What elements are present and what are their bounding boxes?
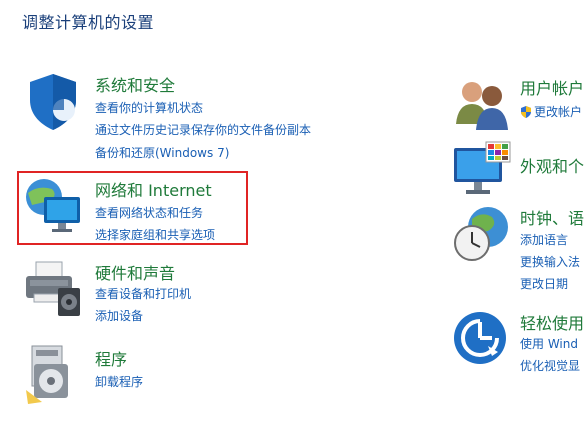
category-title-programs[interactable]: 程序 (95, 346, 127, 370)
highlight-box (17, 171, 248, 245)
users-icon (452, 74, 514, 136)
category-ease-of-access[interactable]: 轻松使用 使用 Wind 优化视觉显 (452, 308, 588, 380)
link-change-input-method[interactable]: 更换输入法 (520, 253, 580, 270)
category-programs[interactable]: 程序 卸载程序 (22, 344, 244, 404)
appearance-icon (452, 140, 514, 202)
link-file-history-backup[interactable]: 通过文件历史记录保存你的文件备份副本 (95, 121, 311, 138)
link-change-date[interactable]: 更改日期 (520, 275, 568, 292)
link-change-account-label: 更改帐户 (534, 105, 583, 119)
category-user-accounts[interactable]: 用户帐户 更改帐户 (452, 74, 588, 134)
link-add-language[interactable]: 添加语言 (520, 231, 568, 248)
uac-shield-icon (521, 106, 531, 118)
link-change-account[interactable]: 更改帐户 (520, 103, 582, 120)
category-clock-region[interactable]: 时钟、语 添加语言 更换输入法 更改日期 (452, 203, 588, 293)
category-title-system-security[interactable]: 系统和安全 (95, 72, 175, 96)
link-optimize-display[interactable]: 优化视觉显 (520, 357, 580, 374)
category-hardware-sound[interactable]: 硬件和声音 查看设备和打印机 添加设备 (22, 258, 244, 328)
category-appearance[interactable]: 外观和个 (452, 140, 588, 196)
printer-icon (22, 258, 84, 320)
shield-icon (22, 70, 84, 132)
category-title-ease-of-access[interactable]: 轻松使用 (520, 310, 584, 334)
category-title-appearance[interactable]: 外观和个 (520, 153, 584, 177)
link-use-windows[interactable]: 使用 Wind (520, 335, 578, 352)
clock-globe-icon (452, 203, 514, 265)
category-title-clock-region[interactable]: 时钟、语 (520, 205, 584, 229)
category-title-user-accounts[interactable]: 用户帐户 (520, 75, 584, 99)
link-view-computer-status[interactable]: 查看你的计算机状态 (95, 99, 203, 116)
link-devices-printers[interactable]: 查看设备和打印机 (95, 285, 191, 302)
link-uninstall-program[interactable]: 卸载程序 (95, 373, 143, 390)
category-system-security[interactable]: 系统和安全 查看你的计算机状态 通过文件历史记录保存你的文件备份副本 备份和还原… (22, 70, 382, 166)
programs-icon (22, 344, 84, 406)
link-backup-restore[interactable]: 备份和还原(Windows 7) (95, 144, 229, 161)
category-title-hardware-sound[interactable]: 硬件和声音 (95, 260, 175, 284)
page-title: 调整计算机的设置 (22, 13, 155, 32)
link-add-device[interactable]: 添加设备 (95, 307, 143, 324)
ease-of-access-icon (452, 308, 514, 370)
